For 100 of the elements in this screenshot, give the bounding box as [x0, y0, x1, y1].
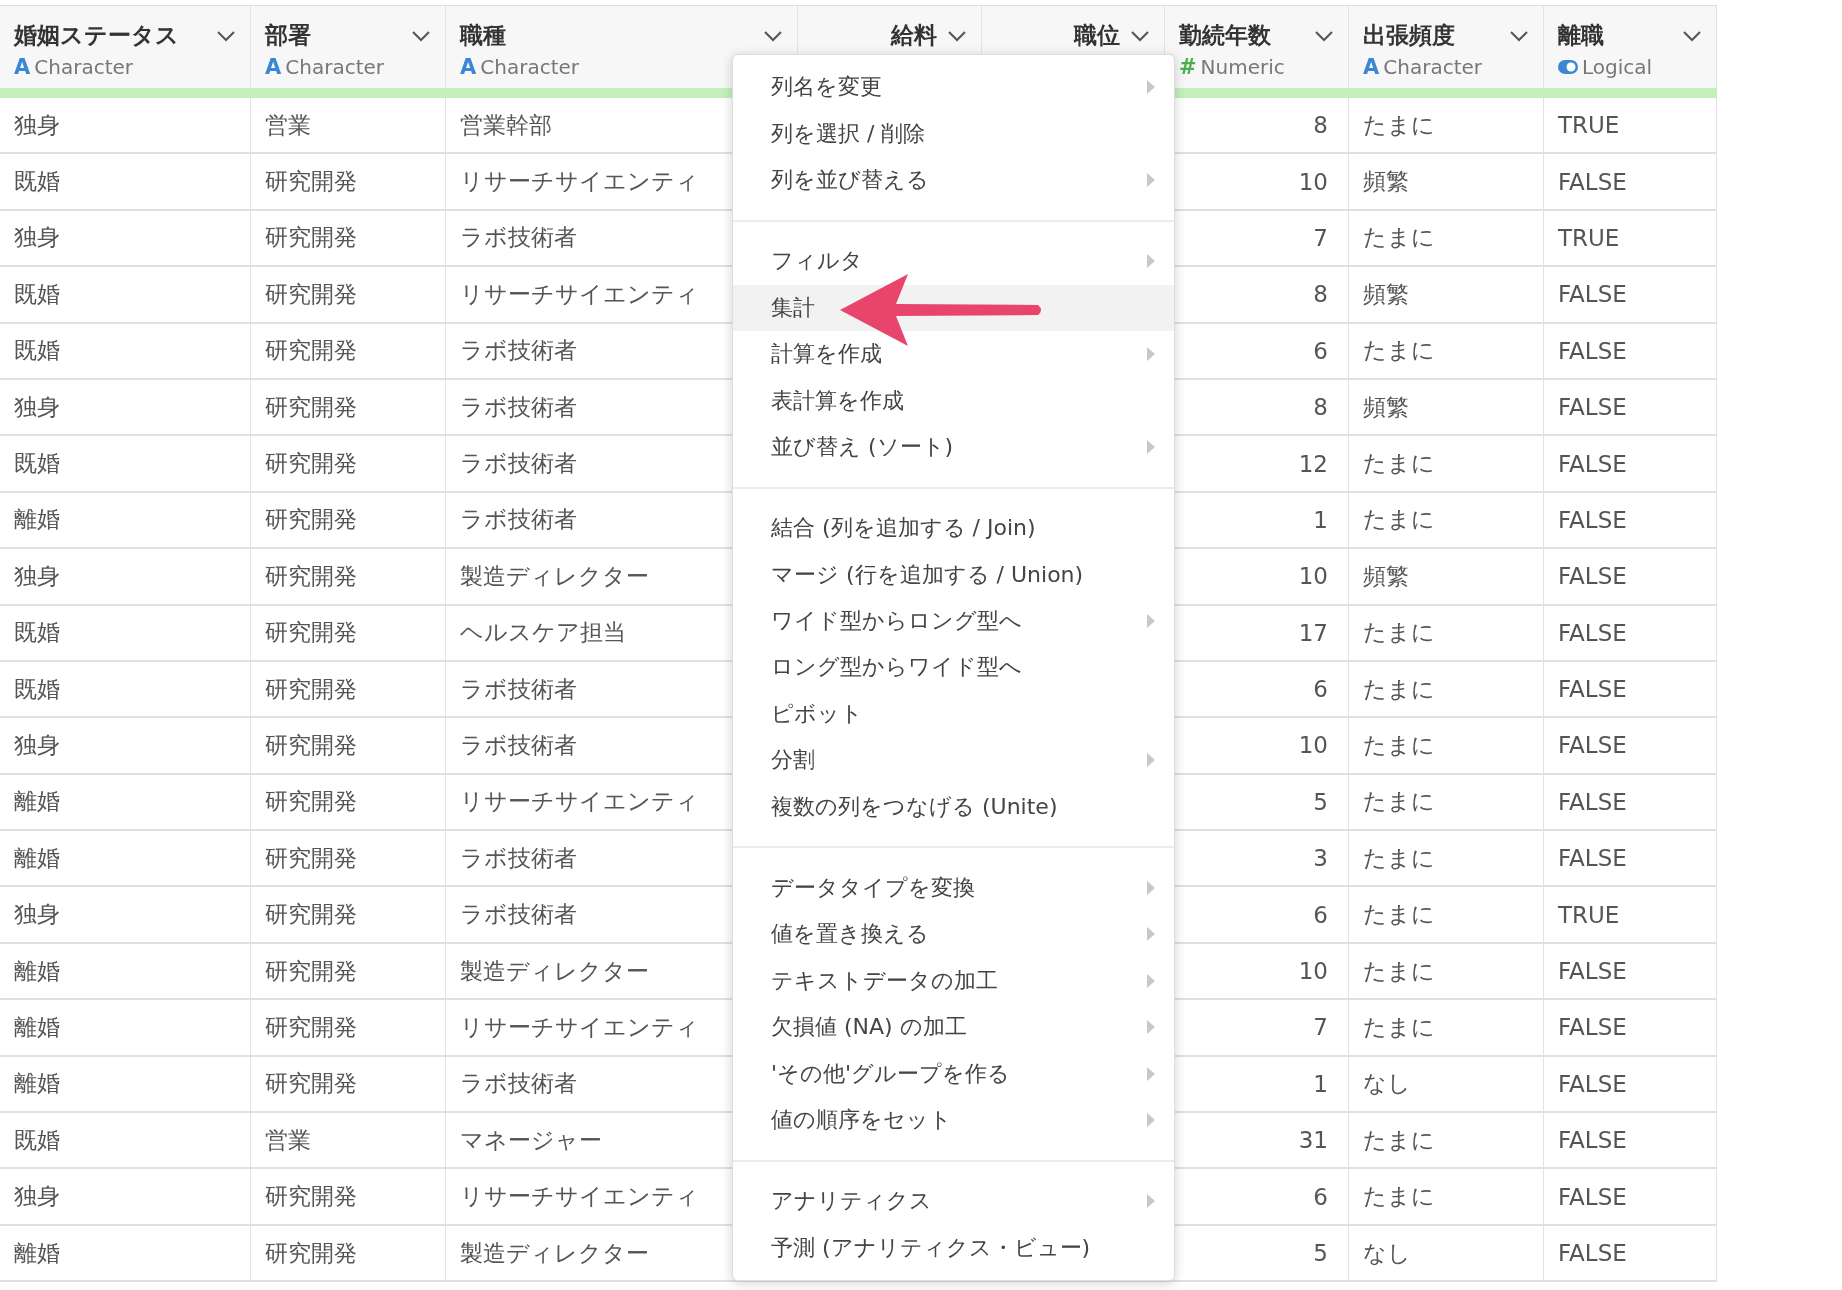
- menu-item[interactable]: 値の順序をセット: [733, 1096, 1174, 1144]
- table-cell-text: たまに: [1363, 1012, 1435, 1042]
- table-cell-text: 離婚: [14, 1012, 60, 1042]
- column-type: Character: [34, 55, 133, 79]
- table-cell-text: 研究開発: [265, 449, 357, 479]
- table-cell: 8: [1313, 281, 1328, 308]
- table-cell-text: 研究開発: [265, 167, 357, 197]
- table-cell-text: 研究開発: [265, 1069, 357, 1099]
- table-cell-text: たまに: [1363, 449, 1435, 479]
- table-cell-text: 独身: [14, 223, 60, 253]
- table-cell: 6: [1313, 676, 1328, 703]
- table-cell-text: 既婚: [14, 336, 60, 366]
- column-header[interactable]: 離職 Logical: [1544, 6, 1717, 88]
- menu-item[interactable]: 列を並び替える: [733, 156, 1174, 204]
- table-cell-text: 製造ディレクター: [460, 561, 649, 591]
- menu-item[interactable]: 'その他'グループを作る: [733, 1050, 1174, 1097]
- type-icon: A: [14, 55, 31, 79]
- menu-item[interactable]: 欠損値 (NA) の加工: [733, 1004, 1174, 1051]
- menu-item[interactable]: 結合 (列を追加する / Join): [733, 505, 1174, 552]
- table-cell-text: 営業: [265, 110, 311, 140]
- menu-item[interactable]: テキストデータの加工: [733, 957, 1174, 1005]
- table-cell-text: たまに: [1363, 674, 1435, 704]
- table-cell-text: 研究開発: [265, 787, 357, 817]
- menu-item[interactable]: 計算を作成: [733, 330, 1174, 378]
- table-cell-text: 頻繁: [1363, 279, 1409, 309]
- table-cell-text: マネージャー: [460, 1125, 602, 1155]
- menu-item[interactable]: フィルタ: [733, 238, 1174, 285]
- table-cell: FALSE: [1558, 563, 1627, 590]
- table-cell: FALSE: [1558, 394, 1627, 421]
- table-cell-text: リサーチサイエンティ: [460, 279, 699, 309]
- table-cell-text: ラボ技術者: [460, 731, 577, 760]
- table-cell-text: 営業: [265, 1125, 311, 1155]
- table-cell-text: ラボ技術者: [460, 336, 577, 366]
- column-type: Character: [480, 55, 579, 79]
- table-cell-text: 既婚: [14, 449, 60, 479]
- column-header[interactable]: 婚姻ステータス A Character: [0, 6, 251, 88]
- table-cell-text: リサーチサイエンティ: [460, 787, 699, 817]
- menu-item[interactable]: 並び替え (ソート): [733, 423, 1174, 471]
- menu-item[interactable]: 予測 (アナリティクス・ビュー): [733, 1224, 1174, 1271]
- chevron-down-icon[interactable]: [411, 29, 431, 42]
- menu-item[interactable]: ピボット: [733, 690, 1174, 738]
- menu-item[interactable]: 表計算を作成: [733, 377, 1174, 424]
- chevron-down-icon[interactable]: [947, 29, 967, 42]
- table-cell-text: たまに: [1363, 843, 1435, 873]
- table-cell: 7: [1313, 224, 1328, 251]
- table-cell-text: 研究開発: [265, 223, 357, 253]
- column-type: Character: [285, 55, 384, 79]
- table-cell: 31: [1298, 1127, 1328, 1154]
- menu-item[interactable]: ワイド型からロング型へ: [733, 597, 1174, 645]
- table-cell-text: 製造ディレクター: [460, 956, 649, 986]
- chevron-down-icon[interactable]: [1509, 29, 1529, 42]
- menu-item[interactable]: 複数の列をつなげる (Unite): [733, 783, 1174, 830]
- table-cell: FALSE: [1558, 1240, 1627, 1266]
- column-title: 給料: [891, 21, 937, 50]
- table-cell-text: 研究開発: [265, 1238, 357, 1268]
- table-cell: 3: [1313, 845, 1328, 872]
- table-cell-text: 独身: [14, 110, 60, 140]
- table-cell-text: 頻繁: [1363, 392, 1409, 422]
- column-header[interactable]: 勤続年数 # Numeric: [1165, 6, 1349, 88]
- column-header[interactable]: 出張頻度 A Character: [1349, 6, 1544, 88]
- table-cell: 12: [1298, 450, 1328, 477]
- menu-item[interactable]: 列を選択 / 削除: [733, 110, 1174, 157]
- menu-item[interactable]: マージ (行を追加する / Union): [733, 551, 1174, 598]
- table-cell: FALSE: [1558, 1014, 1627, 1041]
- column-title: 職種: [460, 21, 507, 50]
- chevron-down-icon[interactable]: [763, 29, 783, 42]
- menu-item[interactable]: 値を置き換える: [733, 911, 1174, 958]
- table-cell-text: なし: [1363, 1069, 1411, 1099]
- table-cell: FALSE: [1558, 732, 1627, 759]
- chevron-down-icon[interactable]: [1682, 29, 1702, 42]
- menu-item[interactable]: アナリティクス: [733, 1178, 1174, 1225]
- table-cell-text: 頻繁: [1363, 561, 1409, 591]
- column-title: 部署: [265, 21, 312, 50]
- type-icon: A: [265, 55, 282, 79]
- table-cell-text: 離婚: [14, 505, 60, 535]
- table-cell: 5: [1313, 788, 1328, 815]
- table-cell-text: 離婚: [14, 1069, 60, 1099]
- table-cell: 5: [1313, 1240, 1328, 1266]
- column-type: Numeric: [1200, 55, 1285, 79]
- table-cell-text: 頻繁: [1363, 167, 1409, 197]
- table-cell: 8: [1313, 394, 1328, 421]
- menu-item[interactable]: 分割: [733, 737, 1174, 784]
- column-title: 勤続年数: [1179, 21, 1272, 50]
- chevron-down-icon[interactable]: [216, 29, 236, 42]
- table-cell-text: たまに: [1363, 618, 1435, 648]
- chevron-down-icon[interactable]: [1130, 29, 1150, 42]
- table-cell-text: 独身: [14, 900, 60, 930]
- table-cell: 7: [1313, 1014, 1328, 1041]
- menu-item[interactable]: ロング型からワイド型へ: [733, 644, 1174, 691]
- table-cell-text: 研究開発: [265, 843, 357, 873]
- table-cell-text: 既婚: [14, 674, 60, 704]
- table-cell-text: たまに: [1363, 731, 1435, 760]
- menu-item[interactable]: データタイプを変換: [733, 864, 1174, 912]
- table-cell-text: 離婚: [14, 1238, 60, 1268]
- chevron-down-icon[interactable]: [1314, 29, 1334, 42]
- column-header[interactable]: 部署 A Character: [251, 6, 446, 88]
- table-cell: 8: [1313, 112, 1328, 139]
- table-cell: FALSE: [1558, 1070, 1627, 1097]
- table-cell: TRUE: [1558, 112, 1620, 139]
- table-cell-text: 既婚: [14, 167, 60, 197]
